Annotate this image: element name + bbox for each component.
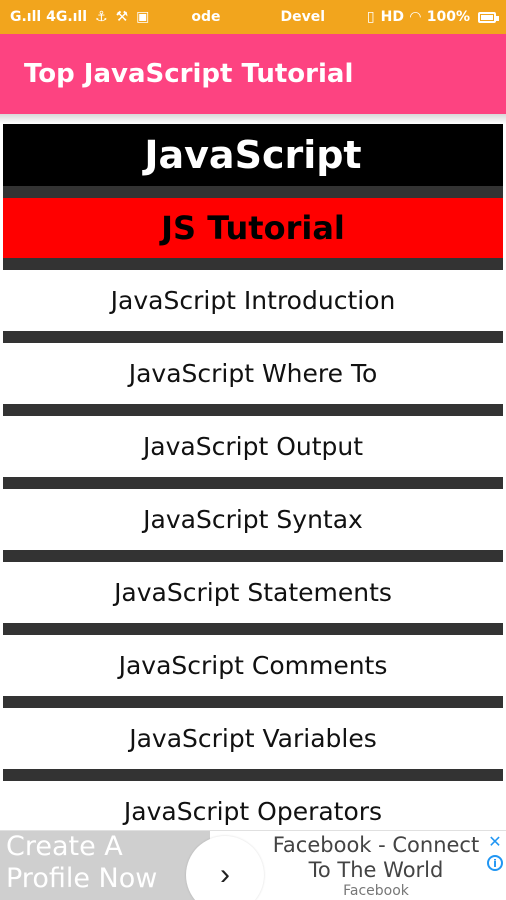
divider bbox=[3, 258, 503, 270]
divider bbox=[3, 623, 503, 635]
vibrate-icon: ▯ bbox=[366, 9, 375, 25]
list-item-introduction[interactable]: JavaScript Introduction bbox=[3, 270, 503, 331]
divider bbox=[3, 404, 503, 416]
list-item-comments[interactable]: JavaScript Comments bbox=[3, 635, 503, 696]
list-item-operators[interactable]: JavaScript Operators bbox=[3, 781, 503, 830]
tutorial-list[interactable]: JavaScript JS Tutorial JavaScript Introd… bbox=[3, 124, 503, 830]
ad-advertiser: Facebook bbox=[343, 883, 409, 899]
ad-headline-line2: To The World bbox=[308, 858, 444, 882]
ad-headline-line1: Facebook - Connect bbox=[272, 833, 480, 857]
status-bar: G.ıll 4G.ıll ⚓ ⚒ ▣ ode Devel ▯ HD ◠ 100% bbox=[0, 0, 506, 34]
js-tutorial-header: JS Tutorial bbox=[3, 198, 503, 258]
app-title: Top JavaScript Tutorial bbox=[24, 59, 354, 89]
divider bbox=[3, 331, 503, 343]
ad-headline[interactable]: Facebook - Connect To The World Facebook bbox=[268, 833, 484, 899]
info-icon[interactable]: i bbox=[487, 855, 503, 871]
javascript-header: JavaScript bbox=[3, 124, 503, 186]
status-left: G.ıll 4G.ıll ⚓ ⚒ ▣ bbox=[10, 9, 149, 25]
nfc-icon: ▣ bbox=[136, 9, 150, 25]
ad-arrow-button[interactable]: › bbox=[186, 836, 264, 900]
tools-icon: ⚒ bbox=[115, 9, 129, 25]
signal-icon: G.ıll 4G.ıll bbox=[10, 9, 88, 25]
ad-cta-line1: Create A bbox=[6, 831, 123, 862]
list-item-where-to[interactable]: JavaScript Where To bbox=[3, 343, 503, 404]
divider bbox=[3, 769, 503, 781]
divider bbox=[3, 477, 503, 489]
status-right: ▯ HD ◠ 100% bbox=[366, 9, 499, 25]
app-bar: Top JavaScript Tutorial bbox=[0, 34, 506, 114]
chevron-right-icon: › bbox=[220, 858, 230, 891]
close-icon[interactable]: ✕ bbox=[487, 834, 503, 850]
divider bbox=[3, 550, 503, 562]
carrier-text: Devel bbox=[280, 9, 326, 25]
battery-icon bbox=[478, 11, 499, 23]
battery-percent: 100% bbox=[426, 9, 470, 25]
mode-text: ode bbox=[191, 9, 221, 25]
hd-icon: HD bbox=[380, 9, 404, 25]
list-item-variables[interactable]: JavaScript Variables bbox=[3, 708, 503, 769]
list-item-output[interactable]: JavaScript Output bbox=[3, 416, 503, 477]
list-item-syntax[interactable]: JavaScript Syntax bbox=[3, 489, 503, 550]
ad-banner[interactable]: Create A Profile Now › Facebook - Connec… bbox=[0, 830, 506, 900]
list-item-statements[interactable]: JavaScript Statements bbox=[3, 562, 503, 623]
wifi-icon: ◠ bbox=[409, 9, 421, 25]
divider bbox=[3, 186, 503, 198]
app-bar-shadow bbox=[0, 114, 506, 124]
ad-cta-line2: Profile Now bbox=[6, 863, 158, 894]
ad-cta-text[interactable]: Create A Profile Now bbox=[0, 831, 210, 900]
divider bbox=[3, 696, 503, 708]
usb-icon: ⚓ bbox=[95, 9, 108, 25]
